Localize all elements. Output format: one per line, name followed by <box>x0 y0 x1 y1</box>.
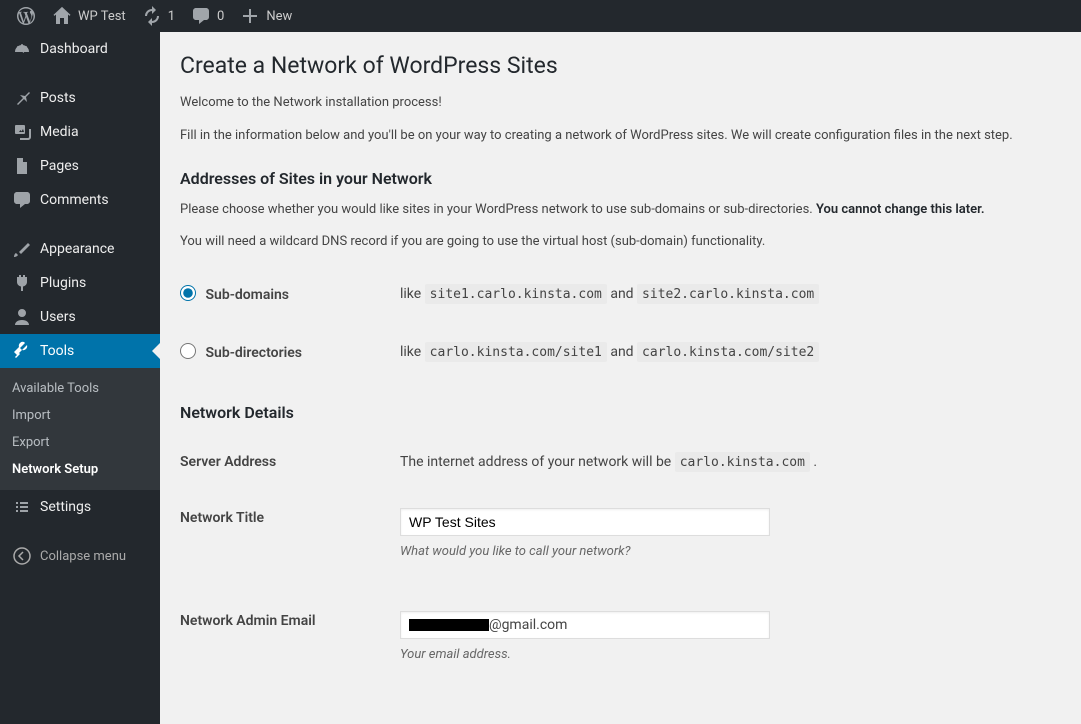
sidebar-item-plugins[interactable]: Plugins <box>0 266 160 300</box>
code-sample: carlo.kinsta.com/site2 <box>637 342 819 362</box>
comment-icon <box>191 6 211 26</box>
site-name: WP Test <box>78 9 126 24</box>
sidebar-item-appearance[interactable]: Appearance <box>0 232 160 266</box>
sidebar-label: Pages <box>40 158 79 174</box>
new-content-link[interactable]: New <box>232 0 300 32</box>
settings-icon <box>12 497 32 517</box>
comments-link[interactable]: 0 <box>183 0 232 32</box>
brush-icon <box>12 239 32 259</box>
page-content: Create a Network of WordPress Sites Welc… <box>160 32 1081 724</box>
submenu-import[interactable]: Import <box>0 402 160 429</box>
option-subdirs-example: like carlo.kinsta.com/site1 and carlo.ki… <box>390 323 1061 381</box>
site-home-link[interactable]: WP Test <box>44 0 134 32</box>
sidebar-label: Media <box>40 124 79 140</box>
addresses-desc-1: Please choose whether you would like sit… <box>180 200 1061 221</box>
sidebar-label: Comments <box>40 192 109 208</box>
submenu-network-setup[interactable]: Network Setup <box>0 456 160 483</box>
update-icon <box>142 6 162 26</box>
dashboard-icon <box>12 39 32 59</box>
submenu-export[interactable]: Export <box>0 429 160 456</box>
redacted-text <box>409 619 489 631</box>
page-title: Create a Network of WordPress Sites <box>180 52 1061 79</box>
intro-2: Fill in the information below and you'll… <box>180 126 1061 147</box>
intro-1: Welcome to the Network installation proc… <box>180 93 1061 114</box>
sidebar-label: Plugins <box>40 275 86 291</box>
tools-submenu: Available Tools Import Export Network Se… <box>0 368 160 490</box>
sidebar-item-settings[interactable]: Settings <box>0 490 160 524</box>
sidebar-label: Users <box>40 309 76 325</box>
sidebar-item-media[interactable]: Media <box>0 115 160 149</box>
address-options-table: Sub-domains like site1.carlo.kinsta.com … <box>180 265 1061 381</box>
media-icon <box>12 122 32 142</box>
comment-icon <box>12 190 32 210</box>
addresses-desc-2: You will need a wildcard DNS record if y… <box>180 232 1061 253</box>
wp-logo-link[interactable] <box>8 0 44 32</box>
sidebar-label: Appearance <box>40 241 114 257</box>
admin-bar: WP Test 1 0 New <box>0 0 1081 32</box>
sidebar-label: Dashboard <box>40 41 108 57</box>
home-icon <box>52 6 72 26</box>
admin-email-input[interactable]: @gmail.com <box>400 611 770 639</box>
code-sample: site1.carlo.kinsta.com <box>425 284 607 304</box>
option-subdomains-example: like site1.carlo.kinsta.com and site2.ca… <box>390 265 1061 323</box>
sidebar-item-comments[interactable]: Comments <box>0 183 160 217</box>
admin-sidebar: Dashboard Posts Media Pages Comments App… <box>0 32 160 724</box>
collapse-icon <box>12 546 32 566</box>
plugin-icon <box>12 273 32 293</box>
updates-count: 1 <box>168 9 175 24</box>
wordpress-icon <box>16 6 36 26</box>
network-title-input[interactable] <box>400 508 770 536</box>
pin-icon <box>12 88 32 108</box>
network-details-table: Server Address The internet address of y… <box>180 434 1061 696</box>
server-address-value: The internet address of your network wil… <box>390 434 1061 490</box>
option-subdirs-cell: Sub-directories <box>180 323 390 381</box>
section-addresses-heading: Addresses of Sites in your Network <box>180 169 1061 188</box>
tools-icon <box>12 341 32 361</box>
sidebar-item-posts[interactable]: Posts <box>0 81 160 115</box>
page-icon <box>12 156 32 176</box>
comments-count: 0 <box>217 9 224 24</box>
sidebar-label: Posts <box>40 90 76 106</box>
new-label: New <box>266 9 292 24</box>
sidebar-item-dashboard[interactable]: Dashboard <box>0 32 160 66</box>
option-subdirs-radio[interactable] <box>180 343 196 359</box>
collapse-label: Collapse menu <box>40 549 126 564</box>
option-subdirs-label[interactable]: Sub-directories <box>180 345 302 361</box>
network-title-label: Network Title <box>180 490 390 593</box>
sidebar-label: Settings <box>40 499 91 515</box>
plus-icon <box>240 6 260 26</box>
admin-email-label: Network Admin Email <box>180 593 390 696</box>
section-details-heading: Network Details <box>180 403 1061 422</box>
sidebar-item-pages[interactable]: Pages <box>0 149 160 183</box>
option-subdomains-radio[interactable] <box>180 285 196 301</box>
option-subdomains-cell: Sub-domains <box>180 265 390 323</box>
collapse-menu-button[interactable]: Collapse menu <box>0 539 160 573</box>
code-sample: carlo.kinsta.com/site1 <box>425 342 607 362</box>
server-address-label: Server Address <box>180 434 390 490</box>
sidebar-item-users[interactable]: Users <box>0 300 160 334</box>
sidebar-item-tools[interactable]: Tools <box>0 334 160 368</box>
updates-link[interactable]: 1 <box>134 0 183 32</box>
code-sample: site2.carlo.kinsta.com <box>637 284 819 304</box>
user-icon <box>12 307 32 327</box>
submenu-available-tools[interactable]: Available Tools <box>0 375 160 402</box>
code-sample: carlo.kinsta.com <box>675 452 810 472</box>
admin-email-desc: Your email address. <box>400 645 1051 666</box>
network-title-desc: What would you like to call your network… <box>400 542 1051 563</box>
option-subdomains-label[interactable]: Sub-domains <box>180 287 289 303</box>
sidebar-label: Tools <box>40 343 74 359</box>
